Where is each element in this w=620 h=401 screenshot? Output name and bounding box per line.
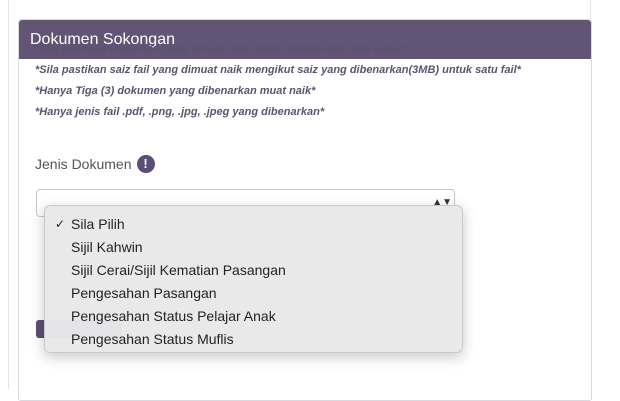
dropdown-option-pelajar-anak[interactable]: Pengesahan Status Pelajar Anak bbox=[45, 305, 462, 328]
checkmark-icon: ✓ bbox=[55, 217, 66, 231]
upload-notes: *Sila pastikan Dokumen yang dimuat naik … bbox=[35, 43, 555, 118]
option-label: Sijil Cerai/Sijil Kematian Pasangan bbox=[71, 262, 286, 278]
dropdown-option-sila-pilih[interactable]: ✓ Sila Pilih bbox=[45, 213, 462, 236]
exclamation-icon[interactable]: ! bbox=[136, 155, 155, 173]
option-label: Sijil Kahwin bbox=[71, 239, 143, 255]
page-border-left bbox=[8, 0, 9, 389]
note-file-size: *Sila pastikan saiz fail yang dimuat nai… bbox=[35, 64, 521, 76]
dropdown-option-sijil-kahwin[interactable]: Sijil Kahwin bbox=[45, 236, 462, 259]
note-password: *Sila pastikan Dokumen yang dimuat naik … bbox=[35, 43, 410, 55]
option-label: Sila Pilih bbox=[71, 216, 125, 232]
dropdown-option-sijil-cerai[interactable]: Sijil Cerai/Sijil Kematian Pasangan bbox=[45, 259, 462, 282]
document-type-label-row: Jenis Dokumen ! bbox=[35, 155, 155, 173]
note-max-documents: *Hanya Tiga (3) dokumen yang dibenarkan … bbox=[35, 85, 316, 97]
option-label: Pengesahan Status Muflis bbox=[71, 331, 234, 347]
document-type-label: Jenis Dokumen bbox=[35, 156, 132, 172]
option-label: Pengesahan Pasangan bbox=[71, 285, 217, 301]
dropdown-option-pengesahan-pasangan[interactable]: Pengesahan Pasangan bbox=[45, 282, 462, 305]
document-type-dropdown-menu: ✓ Sila Pilih Sijil Kahwin Sijil Cerai/Si… bbox=[44, 205, 463, 353]
note-file-types: *Hanya jenis fail .pdf, .png, .jpg, .jpe… bbox=[35, 106, 325, 118]
dropdown-option-muflis[interactable]: Pengesahan Status Muflis bbox=[45, 328, 462, 351]
option-label: Pengesahan Status Pelajar Anak bbox=[71, 308, 276, 324]
